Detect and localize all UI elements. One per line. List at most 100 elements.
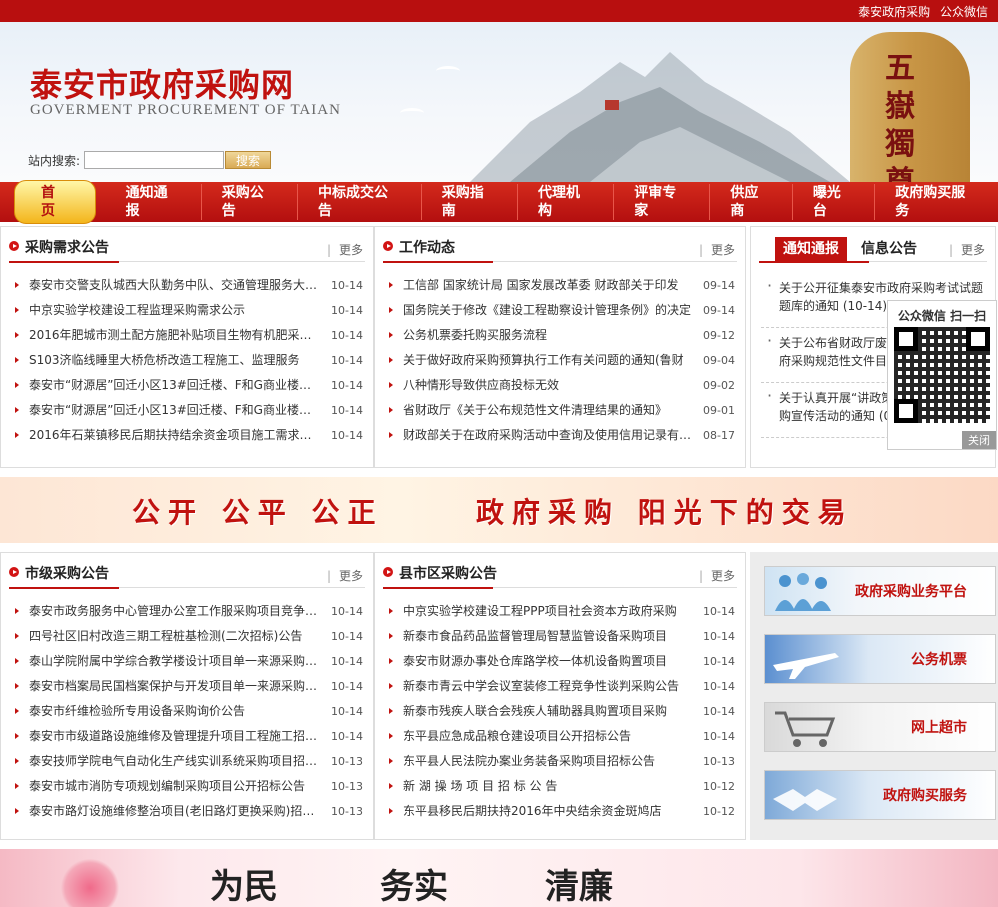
- list-item[interactable]: 泰安市城市消防专项规划编制采购项目公开招标公告 10-13: [11, 774, 363, 799]
- list-item[interactable]: 国务院关于修改《建设工程勘察设计管理条例》的决定 09-14: [385, 298, 735, 323]
- list-item[interactable]: 泰山学院附属中学综合教学楼设计项目单一来源采购公示 10-14: [11, 649, 363, 674]
- list-item[interactable]: 新泰市青云中学会议室装修工程竞争性谈判采购公告 10-14: [385, 674, 735, 699]
- nav-experts[interactable]: 评审专家: [614, 184, 711, 220]
- search-button[interactable]: 搜索: [225, 151, 272, 169]
- list-item[interactable]: 工信部 国家统计局 国家发展改革委 财政部关于印发 09-14: [385, 273, 735, 298]
- bullet-icon: [383, 241, 393, 251]
- demand-title: 采购需求公告: [25, 240, 109, 256]
- nav-suppliers[interactable]: 供应商: [710, 184, 793, 220]
- list-item[interactable]: 中京实验学校建设工程PPP项目社会资本方政府采购 10-14: [385, 599, 735, 624]
- slogan-for-people: 为民: [210, 867, 278, 907]
- city-more-link[interactable]: 更多: [327, 567, 363, 584]
- nav-notices[interactable]: 通知通报: [106, 184, 202, 220]
- qr-corner: [966, 327, 990, 351]
- work-list: 工信部 国家统计局 国家发展改革委 财政部关于印发 09-14 国务院关于修改《建…: [385, 273, 735, 448]
- side-link-supermarket[interactable]: 网上超市: [764, 702, 996, 752]
- list-item[interactable]: 新泰市食品药品监督管理局智慧监管设备采购项目 10-14: [385, 624, 735, 649]
- list-item[interactable]: 新 湖 操 场 项 目 招 标 公 告 10-12: [385, 774, 735, 799]
- mountain-illustration: [470, 52, 850, 182]
- list-item[interactable]: 新泰市残疾人联合会残疾人辅助器具购置项目采购 10-14: [385, 699, 735, 724]
- people-icon: [775, 573, 831, 611]
- list-item[interactable]: 泰安市“财源居”回迁小区13#回迁楼、F和G商业楼工程监理 10-14: [11, 373, 363, 398]
- city-panel: 市级采购公告 更多 泰安市政务服务中心管理办公室工作服采购项目竞争性谈判公告10…: [0, 552, 374, 840]
- county-list: 中京实验学校建设工程PPP项目社会资本方政府采购 10-14 新泰市食品药品监督管…: [385, 599, 735, 824]
- shopping-cart-icon: [775, 711, 836, 747]
- demand-list: 泰安市交警支队城西大队勤务中队、交通管理服务大队办公楼维修改造项目10-14 中…: [11, 273, 363, 448]
- slogan-fairness: 公开 公平 公正: [132, 496, 384, 529]
- nav-home[interactable]: 首页: [14, 180, 96, 224]
- divider: [383, 587, 737, 589]
- list-item[interactable]: 2016年石莱镇移民后期扶持结余资金项目施工需求公告 10-14: [11, 423, 363, 448]
- work-title: 工作动态: [399, 240, 455, 256]
- bottom-slogan-banner: 为民 务实 清廉: [0, 849, 998, 907]
- site-header: 五嶽獨尊 泰安市政府采购网 GOVERMENT PROCUREMENT OF T…: [0, 22, 998, 182]
- main-nav: 首页 通知通报 采购公告 中标成交公告 采购指南 代理机构 评审专家 供应商 曝…: [0, 180, 998, 224]
- search-label: 站内搜索:: [28, 153, 81, 168]
- nav-agencies[interactable]: 代理机构: [518, 184, 615, 220]
- city-title: 市级采购公告: [25, 566, 109, 582]
- nav-procurement-announcements[interactable]: 采购公告: [202, 184, 298, 220]
- top-link-procurement[interactable]: 泰安政府采购: [858, 5, 930, 19]
- list-item[interactable]: 泰安市交警支队城西大队勤务中队、交通管理服务大队办公楼维修改造项目10-14: [11, 273, 363, 298]
- side-link-label: 公务机票: [911, 652, 967, 668]
- nav-gov-services[interactable]: 政府购买服务: [875, 184, 998, 220]
- taishan-rock-image: 五嶽獨尊: [850, 32, 970, 182]
- site-subtitle: GOVERMENT PROCUREMENT OF TAIAN: [30, 102, 341, 118]
- tab-info[interactable]: 信息公告: [853, 237, 925, 261]
- top-link-wechat[interactable]: 公众微信: [940, 5, 988, 19]
- list-item[interactable]: 泰安市纤维检验所专用设备采购询价公告 10-14: [11, 699, 363, 724]
- side-link-label: 政府采购业务平台: [855, 584, 967, 600]
- divider: [759, 261, 987, 263]
- list-item[interactable]: 泰安市“财源居”回迁小区13#回迁楼、F和G商业楼工程施工 10-14: [11, 398, 363, 423]
- list-item[interactable]: 公务机票委托购买服务流程 09-12: [385, 323, 735, 348]
- side-link-platform[interactable]: 政府采购业务平台: [764, 566, 996, 616]
- list-item[interactable]: 泰安市财源办事处仓库路学校一体机设备购置项目 10-14: [385, 649, 735, 674]
- search-input[interactable]: [84, 151, 225, 169]
- nav-procurement-guide[interactable]: 采购指南: [422, 184, 518, 220]
- list-item[interactable]: 东平县应急成品粮仓建设项目公开招标公告 10-14: [385, 724, 735, 749]
- demand-more-link[interactable]: 更多: [327, 241, 363, 258]
- nav-exposure[interactable]: 曝光台: [793, 184, 876, 220]
- dove-icon: [400, 108, 424, 118]
- list-item[interactable]: 财政部关于在政府采购活动中查询及使用信用记录有关问题的通知08-17: [385, 423, 735, 448]
- list-item[interactable]: 关于做好政府采购预算执行工作有关问题的通知(鲁财 09-04: [385, 348, 735, 373]
- wechat-qr-popup: 公众微信 扫一扫 关闭: [887, 300, 997, 450]
- list-item[interactable]: 泰安市政务服务中心管理办公室工作服采购项目竞争性谈判公告10-14: [11, 599, 363, 624]
- list-item[interactable]: S103济临线睡里大桥危桥改造工程施工、监理服务 10-14: [11, 348, 363, 373]
- side-link-airfare[interactable]: 公务机票: [764, 634, 996, 684]
- slogan-integrity: 清廉: [545, 867, 613, 907]
- list-item[interactable]: 2016年肥城市测土配方施肥补贴项目生物有机肥采购项目 10-14: [11, 323, 363, 348]
- airplane-icon: [773, 653, 839, 679]
- site-search: 站内搜索: 搜索: [28, 151, 272, 169]
- list-item[interactable]: 东平县人民法院办案业务装备采购项目招标公告 10-13: [385, 749, 735, 774]
- list-item[interactable]: 省财政厅《关于公布规范性文件清理结果的通知》 09-01: [385, 398, 735, 423]
- work-more-link[interactable]: 更多: [699, 241, 735, 258]
- qr-corner: [894, 327, 918, 351]
- list-item[interactable]: 泰安市路灯设施维修整治项目(老旧路灯更换采购)招标公告 10-13: [11, 799, 363, 824]
- list-item[interactable]: 东平县移民后期扶持2016年中央结余资金斑鸠店 10-12: [385, 799, 735, 824]
- tab-notices[interactable]: 通知通报: [775, 237, 847, 261]
- notice-more-link[interactable]: 更多: [949, 241, 985, 258]
- list-item[interactable]: 泰安市档案局民国档案保护与开发项目单一来源采购公示 10-14: [11, 674, 363, 699]
- divider: [9, 587, 365, 589]
- list-item[interactable]: 中京实验学校建设工程监理采购需求公示 10-14: [11, 298, 363, 323]
- list-item[interactable]: 四号社区旧村改造三期工程桩基检测(二次招标)公告 10-14: [11, 624, 363, 649]
- county-title: 县市区采购公告: [399, 566, 497, 582]
- qr-title: 公众微信 扫一扫: [897, 309, 987, 323]
- list-item[interactable]: 泰安市市级道路设施维修及管理提升项目工程施工招标公告 10-14: [11, 724, 363, 749]
- rock-calligraphy: 五嶽獨尊: [885, 51, 915, 182]
- demand-panel: 采购需求公告 更多 泰安市交警支队城西大队勤务中队、交通管理服务大队办公楼维修改…: [0, 226, 374, 468]
- top-links: 泰安政府采购 公众微信: [852, 3, 988, 20]
- list-item[interactable]: 泰安技师学院电气自动化生产线实训系统采购项目招标公告 10-13: [11, 749, 363, 774]
- work-panel: 工作动态 更多 工信部 国家统计局 国家发展改革委 财政部关于印发09-14 国…: [374, 226, 746, 468]
- list-item[interactable]: 八种情形导致供应商投标无效 09-02: [385, 373, 735, 398]
- divider: [9, 261, 365, 263]
- dove-icon: [436, 66, 460, 76]
- qr-close-button[interactable]: 关闭: [962, 431, 996, 449]
- side-link-gov-services[interactable]: 政府购买服务: [764, 770, 996, 820]
- site-title: 泰安市政府采购网: [30, 66, 295, 104]
- county-more-link[interactable]: 更多: [699, 567, 735, 584]
- side-link-label: 政府购买服务: [883, 788, 967, 804]
- top-bar: 泰安政府采购 公众微信: [0, 0, 998, 22]
- nav-award-announcements[interactable]: 中标成交公告: [298, 184, 422, 220]
